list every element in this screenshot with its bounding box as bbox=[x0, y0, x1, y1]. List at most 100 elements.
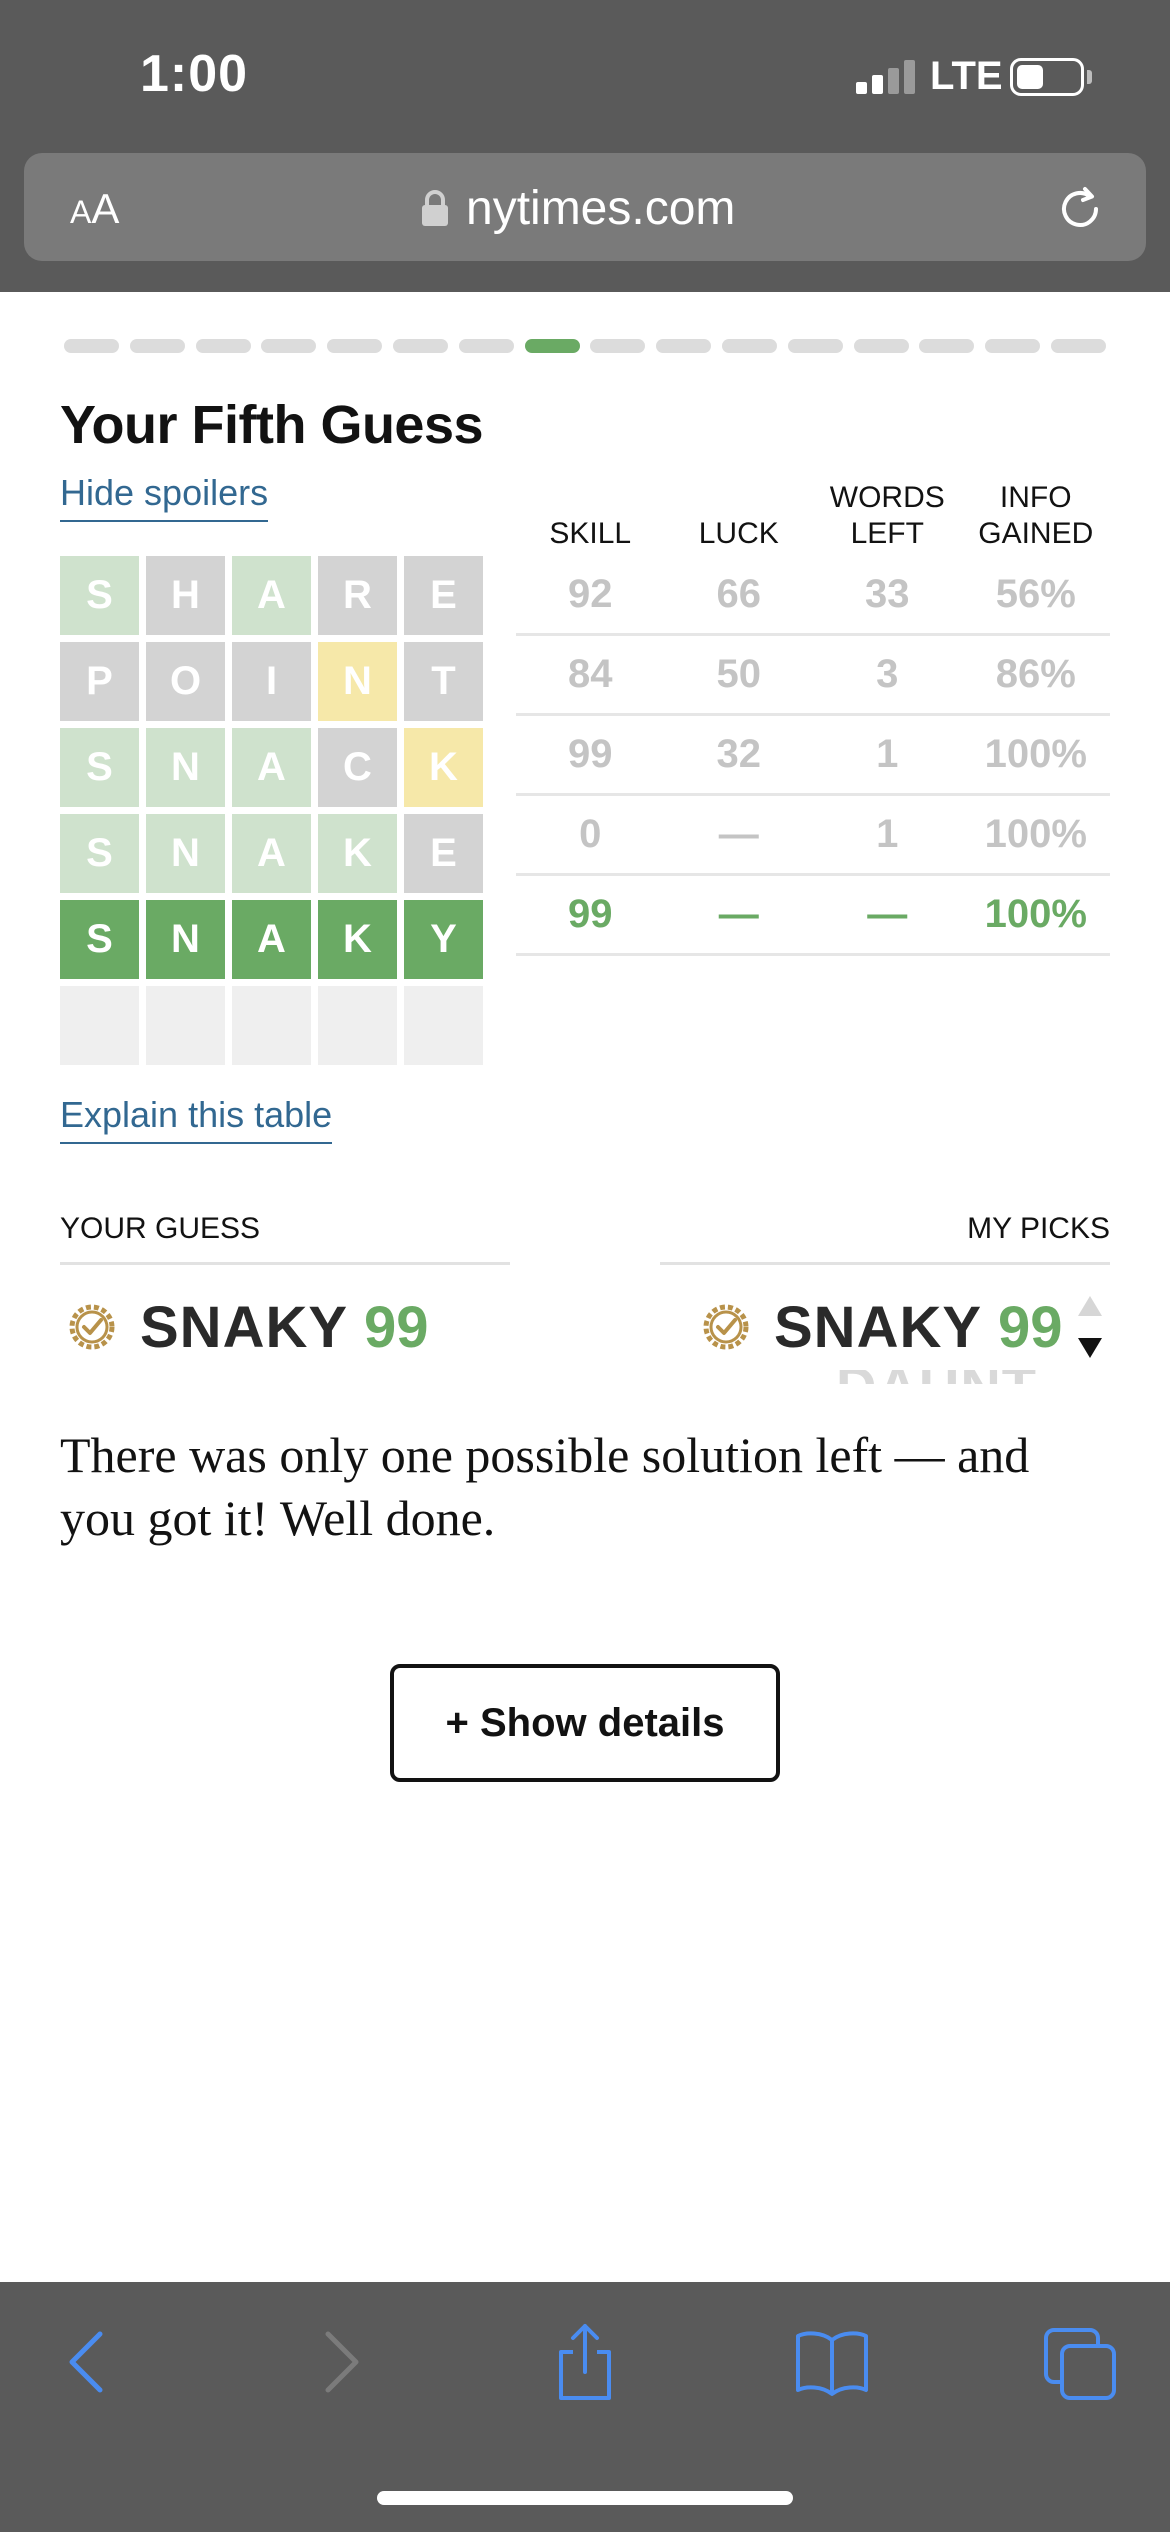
stats-cell: — bbox=[867, 892, 908, 936]
grid-tile: S bbox=[60, 556, 139, 635]
show-details-button[interactable]: + Show details bbox=[390, 1664, 780, 1782]
network-type: LTE bbox=[930, 54, 1003, 98]
progress-dash[interactable] bbox=[919, 339, 975, 353]
stats-cell: 3 bbox=[876, 652, 899, 696]
progress-dash[interactable] bbox=[590, 339, 646, 353]
stats-cell: 99 bbox=[568, 732, 613, 776]
stats-cell: 100% bbox=[984, 812, 1087, 856]
home-indicator[interactable] bbox=[377, 2491, 793, 2505]
url-domain[interactable]: nytimes.com bbox=[466, 181, 735, 236]
progress-dash[interactable] bbox=[1050, 339, 1106, 353]
stats-cell: 66 bbox=[716, 572, 762, 616]
progress-dash[interactable] bbox=[787, 339, 843, 353]
your-guess-word: SNAKY bbox=[140, 1294, 349, 1360]
your-guess-label: YOUR GUESS bbox=[60, 1212, 261, 1245]
progress-dash[interactable] bbox=[853, 339, 909, 353]
hide-spoilers-link[interactable]: Hide spoilers bbox=[60, 472, 269, 522]
result-message: There was only one possible solution lef… bbox=[60, 1427, 1030, 1546]
grid-tile: K bbox=[318, 900, 397, 979]
stats-cell: 100% bbox=[984, 732, 1087, 776]
grid-tile: A bbox=[232, 728, 311, 807]
progress-dash[interactable] bbox=[195, 339, 251, 353]
stats-cell: 99 bbox=[568, 892, 613, 936]
forward-icon[interactable] bbox=[300, 2322, 380, 2402]
grid-tile: A bbox=[232, 814, 311, 893]
battery-cap bbox=[1087, 70, 1092, 84]
grid-tile: H bbox=[146, 556, 225, 635]
text-size-button[interactable]: AA bbox=[70, 185, 119, 233]
grid-tile: K bbox=[318, 814, 397, 893]
stats-row: 99 32 1 100% bbox=[516, 716, 1110, 796]
header-line: LEFT bbox=[850, 517, 924, 550]
stats-row: 0 — 1 100% bbox=[516, 796, 1110, 876]
stats-cell: 100% bbox=[984, 892, 1087, 936]
guess-progress-indicator bbox=[64, 339, 1106, 353]
grid-tile: R bbox=[318, 556, 397, 635]
stats-column-header: SKILL bbox=[516, 516, 665, 552]
grid-row: SNAKY bbox=[60, 900, 486, 979]
progress-dash[interactable] bbox=[261, 339, 317, 353]
stats-column-header: INFO GAINED bbox=[962, 480, 1111, 552]
grid-tile bbox=[318, 986, 397, 1065]
my-pick[interactable]: SNAKY 99 bbox=[700, 1292, 1063, 1362]
down-arrow-icon bbox=[1078, 1338, 1102, 1358]
grid-tile: S bbox=[60, 900, 139, 979]
my-picks-label: MY PICKS bbox=[967, 1212, 1110, 1245]
progress-dash[interactable] bbox=[129, 339, 185, 353]
share-icon[interactable] bbox=[545, 2322, 625, 2402]
progress-dash[interactable] bbox=[64, 339, 119, 353]
progress-dash[interactable] bbox=[392, 339, 448, 353]
address-bar[interactable]: AA nytimes.com bbox=[24, 153, 1146, 261]
grid-tile: N bbox=[318, 642, 397, 721]
reload-icon[interactable] bbox=[1052, 181, 1108, 237]
header-line: WORDS bbox=[829, 481, 945, 514]
grid-tile: E bbox=[404, 814, 483, 893]
clock: 1:00 bbox=[140, 45, 249, 103]
progress-dash[interactable] bbox=[721, 339, 777, 353]
explain-table-link[interactable]: Explain this table bbox=[60, 1094, 333, 1144]
stats-cell: 84 bbox=[568, 652, 613, 696]
stats-cell: 1 bbox=[876, 732, 899, 776]
my-pick-word: SNAKY bbox=[774, 1294, 983, 1360]
my-pick-score: 99 bbox=[998, 1294, 1063, 1360]
page-title: Your Fifth Guess bbox=[60, 395, 484, 455]
grid-tile: O bbox=[146, 642, 225, 721]
stats-cell: 50 bbox=[716, 652, 762, 696]
stats-table-body: 92 66 33 56% 84 50 3 86% 99 32 1 100% 0 — 1 100% 99 — — 100… bbox=[516, 556, 1110, 956]
grid-tile: A bbox=[232, 900, 311, 979]
header-line: SKILL bbox=[549, 517, 632, 550]
status-bar: 1:00 LTE bbox=[0, 0, 1170, 150]
grid-tile: C bbox=[318, 728, 397, 807]
lock-icon bbox=[422, 190, 448, 226]
grid-tile: S bbox=[60, 814, 139, 893]
grid-tile: E bbox=[404, 556, 483, 635]
wordle-grid: SHAREPOINTSNACKSNAKESNAKY bbox=[60, 556, 486, 1072]
pick-stepper-arrows[interactable] bbox=[1072, 1292, 1108, 1364]
stats-row: 99 — — 100% bbox=[516, 876, 1110, 956]
grid-tile: Y bbox=[404, 900, 483, 979]
grid-row: SHARE bbox=[60, 556, 486, 635]
skill-badge-icon bbox=[69, 1304, 115, 1350]
stats-cell: 56% bbox=[995, 572, 1076, 616]
stats-cell: 86% bbox=[995, 652, 1076, 696]
progress-dash[interactable] bbox=[458, 339, 514, 353]
divider bbox=[60, 1262, 510, 1265]
grid-tile: K bbox=[404, 728, 483, 807]
progress-dash-active[interactable] bbox=[524, 339, 580, 353]
stats-cell: 92 bbox=[568, 572, 613, 616]
grid-tile: N bbox=[146, 728, 225, 807]
progress-dash[interactable] bbox=[327, 339, 383, 353]
progress-dash[interactable] bbox=[656, 339, 712, 353]
grid-row: POINT bbox=[60, 642, 486, 721]
header-line: LUCK bbox=[698, 517, 779, 550]
next-pick-preview: DAUNT bbox=[836, 1370, 1052, 1384]
back-icon[interactable] bbox=[48, 2322, 128, 2402]
progress-dash[interactable] bbox=[985, 339, 1041, 353]
stats-cell: — bbox=[718, 892, 759, 936]
tabs-icon[interactable] bbox=[1040, 2322, 1120, 2402]
grid-tile bbox=[232, 986, 311, 1065]
bookmarks-icon[interactable] bbox=[792, 2322, 872, 2402]
grid-tile: P bbox=[60, 642, 139, 721]
cellular-signal-icon bbox=[856, 60, 918, 94]
stats-row: 84 50 3 86% bbox=[516, 636, 1110, 716]
